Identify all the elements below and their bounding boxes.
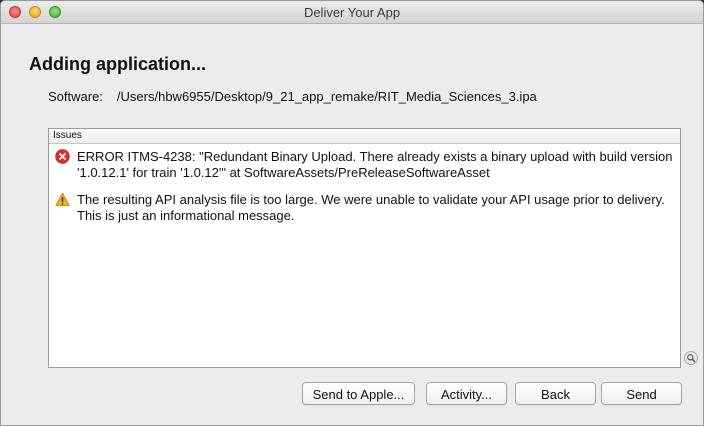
send-to-apple-button[interactable]: Send to Apple... [302, 382, 415, 405]
window-title: Deliver Your App [303, 5, 401, 20]
issues-header: Issues [49, 129, 680, 144]
software-path: /Users/hbw6955/Desktop/9_21_app_remake/R… [116, 89, 537, 104]
search-icon[interactable] [684, 351, 698, 365]
issue-item-error: ERROR ITMS-4238: "Redundant Binary Uploa… [53, 149, 675, 181]
title-bar: Deliver Your App [1, 1, 703, 24]
deliver-app-window: Deliver Your App Adding application... S… [0, 0, 704, 426]
issues-panel[interactable]: Issues ERROR ITMS-4238: "Redundant Binar… [48, 128, 681, 368]
activity-button[interactable]: Activity... [426, 382, 507, 405]
issue-item-warning: The resulting API analysis file is too l… [53, 192, 675, 224]
warning-icon [55, 192, 70, 206]
issue-error-text: ERROR ITMS-4238: "Redundant Binary Uploa… [77, 149, 673, 180]
software-label: Software: [48, 89, 103, 104]
issue-warning-text: The resulting API analysis file is too l… [77, 192, 665, 223]
page-title: Adding application... [29, 54, 206, 74]
back-button[interactable]: Back [515, 382, 596, 405]
send-button[interactable]: Send [601, 382, 682, 405]
error-icon [55, 149, 70, 164]
software-row: Software: /Users/hbw6955/Desktop/9_21_app… [48, 89, 537, 104]
